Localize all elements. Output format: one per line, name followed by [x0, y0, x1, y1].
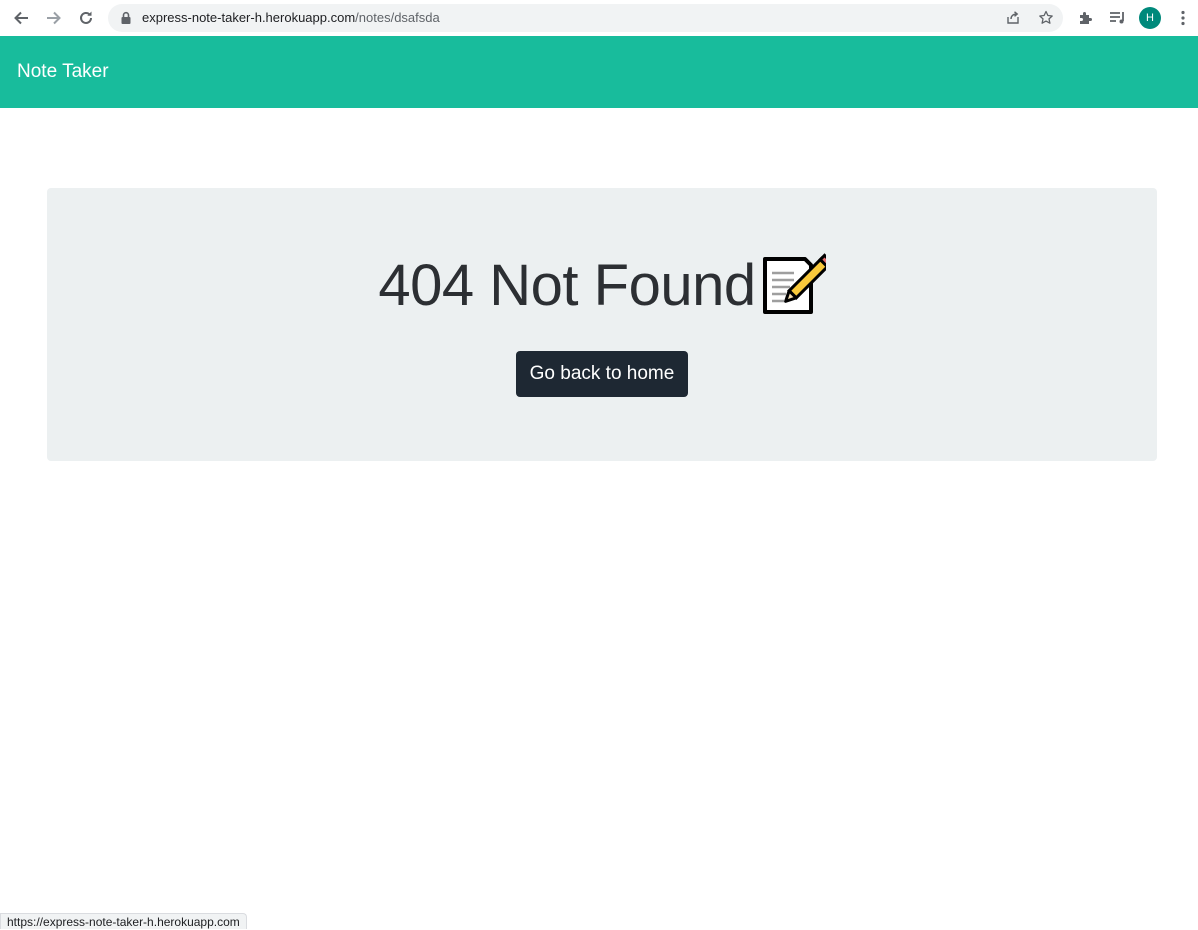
share-icon[interactable] — [1005, 10, 1021, 26]
star-icon[interactable] — [1038, 10, 1054, 26]
url-host: express-note-taker-h.herokuapp.com — [142, 10, 356, 25]
arrow-left-icon — [14, 11, 28, 25]
address-bar[interactable]: express-note-taker-h.herokuapp.com/notes… — [108, 4, 1063, 32]
media-control-button[interactable] — [1106, 6, 1130, 30]
navbar-brand[interactable]: Note Taker — [17, 61, 109, 83]
memo-icon — [762, 253, 826, 314]
navbar: Note Taker — [0, 36, 1198, 108]
url-path: /notes/dsafsda — [355, 10, 440, 25]
kebab-menu-icon — [1181, 10, 1185, 26]
page-title: 404 Not Found — [378, 253, 756, 318]
lock-icon — [121, 11, 131, 24]
back-button[interactable] — [9, 6, 33, 30]
url-text: express-note-taker-h.herokuapp.com/notes… — [142, 10, 440, 26]
go-back-home-button[interactable]: Go back to home — [516, 351, 688, 397]
status-bar: https://express-note-taker-h.herokuapp.c… — [0, 913, 247, 929]
playlist-icon — [1110, 12, 1124, 24]
reload-icon — [80, 11, 92, 24]
arrow-right-icon — [47, 11, 61, 25]
browser-toolbar: express-note-taker-h.herokuapp.com/notes… — [0, 0, 1198, 36]
reload-button[interactable] — [74, 6, 98, 30]
jumbotron: 404 Not Found Go back to home — [47, 188, 1157, 461]
profile-avatar[interactable]: H — [1139, 7, 1161, 29]
browser-menu-button[interactable] — [1171, 6, 1195, 30]
extensions-button[interactable] — [1074, 6, 1098, 30]
heading-row: 404 Not Found — [47, 251, 1157, 321]
puzzle-icon — [1080, 12, 1092, 24]
forward-button[interactable] — [42, 6, 66, 30]
